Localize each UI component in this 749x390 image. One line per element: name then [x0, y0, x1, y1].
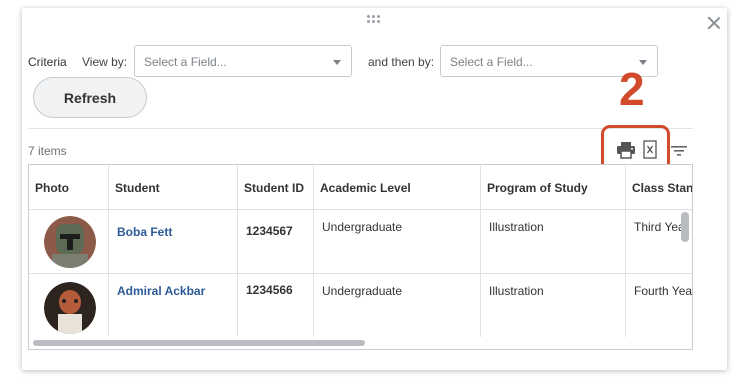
chevron-down-icon [333, 60, 341, 65]
column-header-student[interactable]: Student [109, 165, 238, 210]
dialog: Criteria View by: Select a Field... and … [22, 8, 727, 370]
refresh-button[interactable]: Refresh [33, 77, 147, 118]
view-by-label: View by: [82, 55, 128, 69]
criteria-label: Criteria [28, 55, 67, 69]
academic-level-cell: Undergraduate [314, 274, 481, 338]
photo-cell [29, 210, 109, 274]
items-count: 7 items [28, 144, 67, 158]
student-id-cell: 1234566 [238, 274, 314, 338]
vertical-scrollbar[interactable] [681, 212, 689, 242]
drag-handle-icon[interactable] [366, 14, 382, 26]
academic-level-cell: Undergraduate [314, 210, 481, 274]
student-name-link[interactable]: Admiral Ackbar [109, 274, 238, 338]
callout-number: 2 [619, 63, 645, 115]
close-icon[interactable] [707, 16, 721, 30]
program-cell: Illustration [481, 274, 626, 338]
excel-icon[interactable] [643, 140, 657, 159]
then-by-placeholder: Select a Field... [450, 55, 533, 69]
then-by-label: and then by: [368, 55, 435, 69]
program-cell: Illustration [481, 210, 626, 274]
view-by-select[interactable]: Select a Field... [134, 45, 352, 77]
avatar[interactable] [44, 282, 96, 334]
student-id-cell: 1234567 [238, 210, 314, 274]
column-header-photo[interactable]: Photo [29, 165, 109, 210]
photo-cell [29, 274, 109, 338]
view-by-placeholder: Select a Field... [144, 55, 227, 69]
avatar[interactable] [44, 216, 96, 268]
column-header-class-standing[interactable]: Class Standing [626, 165, 692, 210]
column-header-academic-level[interactable]: Academic Level [314, 165, 481, 210]
print-icon[interactable] [616, 141, 636, 159]
column-header-student-id[interactable]: Student ID [238, 165, 314, 210]
filter-icon[interactable] [671, 144, 687, 158]
horizontal-scrollbar[interactable] [33, 340, 365, 346]
column-header-program[interactable]: Program of Study [481, 165, 626, 210]
class-standing-cell: Fourth Year [626, 274, 692, 338]
data-grid: Photo Student Student ID Academic Level … [28, 164, 693, 350]
student-name-link[interactable]: Boba Fett [109, 210, 238, 274]
divider [28, 128, 693, 129]
